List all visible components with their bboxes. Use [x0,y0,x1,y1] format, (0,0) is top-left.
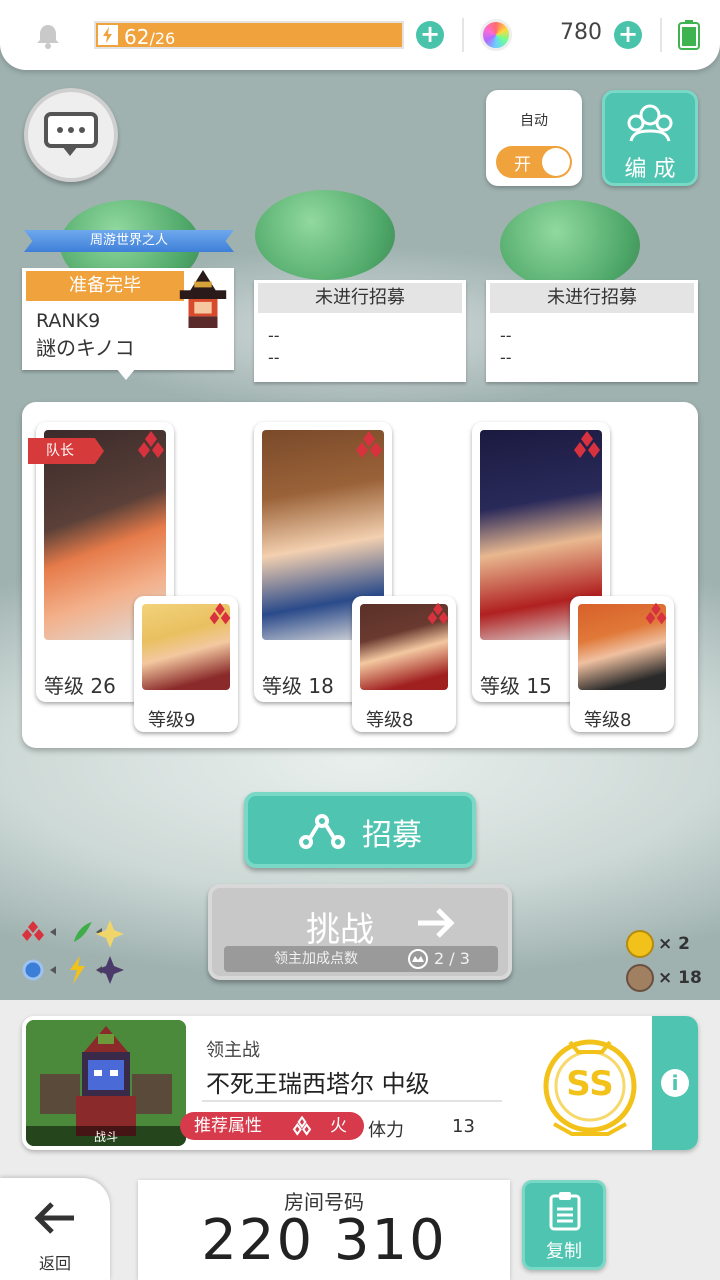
bell-icon[interactable] [34,22,62,50]
recommended-label: 推荐属性 [194,1116,262,1136]
toggle-knob [542,148,570,176]
top-status-bar: 62/26 + 780 + [0,0,720,70]
fire-element-icon [292,1116,312,1136]
stamina-text: 62/26 [124,25,176,49]
boss-image: 战斗 [26,1020,186,1146]
slot-line: -- [500,326,512,345]
boss-info-button[interactable]: i [652,1016,698,1150]
bronze-medal-icon [626,964,654,992]
room-number-panel: 房间号码 220 310 [138,1180,510,1280]
challenge-button[interactable]: 挑战 领主加成点数 2 / 3 [208,884,512,980]
bush-decoration [255,190,395,280]
unit-level: 等级 15 [480,674,552,698]
unit-level: 等级 18 [262,674,334,698]
slot-line: -- [268,348,280,367]
fire-element-icon [645,602,667,625]
formation-button[interactable]: 编 成 [602,90,698,186]
sub-unit-level: 等级8 [584,710,632,731]
slot-rank: RANK9 [36,310,101,332]
stamina-cost-value: 13 [452,1116,475,1137]
sub-unit-level: 等级8 [366,710,414,731]
lightning-icon [98,25,118,45]
element-name: 火 [330,1116,347,1136]
recruit-slot-2[interactable]: 未进行招募 -- -- [254,280,466,382]
leader-tag: 队长 [28,438,104,464]
clipboard-icon [549,1192,581,1231]
gem-count: 780 [560,20,602,45]
bonus-points-bar: 领主加成点数 2 / 3 [224,946,498,972]
bush-decoration [500,200,640,290]
bronze-medal-count: × 18 [658,968,702,988]
fire-element-icon [427,602,449,625]
chat-bubble-icon [44,112,98,156]
fire-element-icon [356,431,382,458]
chat-button[interactable] [24,88,118,182]
auto-toggle[interactable]: 开 [496,146,572,178]
battery-icon [678,20,700,50]
recruit-label: 招募 [362,818,422,853]
fire-element-icon [209,602,231,625]
formation-label: 编 成 [624,157,676,182]
team-icon [627,104,673,142]
slot-status: 准备完毕 [26,271,184,301]
bonus-points-value: 2 / 3 [434,949,470,968]
fire-element-icon [574,431,600,458]
divider [660,18,662,52]
back-button[interactable]: 返回 [0,1178,110,1280]
divider [462,18,464,52]
stamina-cost-label: 体力 [368,1120,404,1141]
add-gems-button[interactable]: + [614,21,642,49]
boss-name: 不死王瑞西塔尔 中级 [206,1070,430,1098]
toggle-state: 开 [514,155,531,175]
boss-image-label: 战斗 [93,1130,118,1144]
unit-level: 等级 26 [44,674,116,698]
recruit-button[interactable]: 招募 [244,792,476,868]
slot-status: 未进行招募 [490,283,694,313]
divider [202,1100,502,1102]
element-chart-icon [22,920,124,984]
slot-line: -- [500,348,512,367]
arrow-left-icon [34,1202,74,1234]
add-stamina-button[interactable]: + [416,21,444,49]
slot-line: -- [268,326,280,345]
boss-category: 领主战 [206,1040,260,1061]
back-label: 返回 [38,1254,71,1273]
player-avatar [179,270,227,328]
slot-pointer [116,368,136,380]
challenge-label: 挑战 [306,910,374,950]
copy-label: 复制 [546,1241,582,1262]
crown-badge-icon [408,949,428,969]
recommended-element-tag: 推荐属性 火 [180,1112,364,1140]
gem-icon [480,19,512,51]
title-banner: 周游世界之人 [24,230,234,252]
slot-status: 未进行招募 [258,283,462,313]
recruit-slot-3[interactable]: 未进行招募 -- -- [486,280,698,382]
auto-label: 自动 [520,113,548,129]
gold-medal-icon [626,930,654,958]
copy-button[interactable]: 复制 [522,1180,606,1270]
sub-unit-level: 等级9 [148,710,196,731]
arrow-right-icon [418,908,455,938]
slot-player-name: 謎のキノコ [36,336,135,360]
gold-medal-count: × 2 [658,934,690,954]
share-nodes-icon [299,814,345,849]
fire-element-icon [138,431,164,458]
bonus-points-label: 领主加成点数 [274,951,358,967]
grade-label: SS [566,1064,614,1104]
stamina-bar: 62/26 [94,21,404,49]
auto-battle-panel: 自动 开 [486,90,582,186]
room-number: 220 310 [201,1208,447,1273]
recruit-slot-1[interactable]: 准备完毕 RANK9 謎のキノコ [22,268,234,370]
info-icon: i [661,1069,689,1097]
